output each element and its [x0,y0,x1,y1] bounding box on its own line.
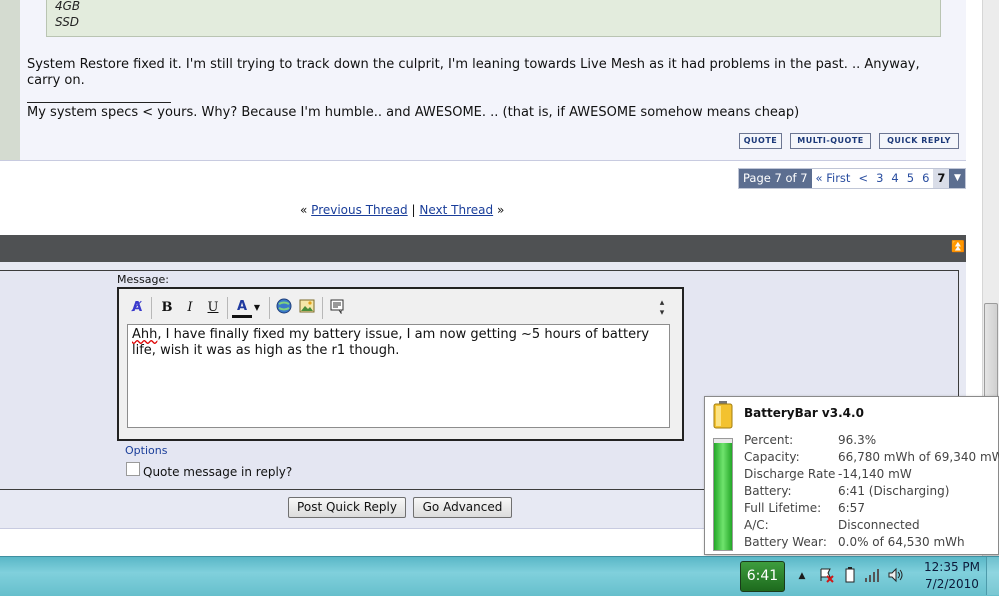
system-specs-box: 4GB SSD [46,0,941,37]
quick-reply-button[interactable]: QUICK REPLY [879,133,959,149]
collapse-icon[interactable]: ⏫ [951,238,965,255]
insert-image-icon[interactable] [297,298,317,318]
current-page: 7 [933,169,950,188]
toolbar-divider [322,297,323,319]
post-signature: My system specs < yours. Why? Because I'… [27,105,800,120]
thread-navigation: « Previous Thread | Next Thread » [300,203,504,217]
message-textarea[interactable]: Ahh, I have finally fixed my battery iss… [127,324,670,428]
battery-stat-label: A/C: [744,518,769,532]
specs-line: SSD [55,15,80,29]
volume-icon[interactable] [888,567,904,585]
font-color-button[interactable]: A [232,298,252,318]
signature-divider [27,102,171,103]
resize-arrows-icon[interactable]: ▴ ▾ [652,298,672,318]
battery-stat-value: 6:41 (Discharging) [838,484,950,498]
batterybar-popup: BatteryBar v3.4.0 Percent: 96.3% Capacity:… [704,396,999,555]
message-editor: A̸ B I U A ▼ ▴ ▾ Ahh, I have finally fixe… [117,287,684,441]
nav-separator: | [411,203,416,217]
post-quick-reply-button[interactable]: Post Quick Reply [288,497,406,518]
show-hidden-icons-icon[interactable]: ▲ [794,567,810,585]
options-link[interactable]: Options [125,444,167,457]
battery-icon[interactable] [842,567,858,585]
battery-stat-label: Battery Wear: [744,535,827,549]
battery-stat-value: 96.3% [838,433,877,447]
chevron-down-icon[interactable]: ▼ [251,298,263,318]
quote-message-label: Quote message in reply? [143,465,293,479]
scrollbar-thumb[interactable] [984,303,998,411]
specs-line: 4GB [55,0,81,13]
page-menu-dropdown[interactable]: ▼ [949,169,966,188]
page-link-3[interactable]: 3 [872,169,887,188]
show-desktop-button[interactable] [986,557,999,595]
battery-stat-value: 66,780 mWh of 69,340 mWh [838,450,999,464]
battery-stat-value: -14,140 mW [838,467,912,481]
batterybar-title: BatteryBar v3.4.0 [744,406,864,420]
quote-wrap-icon[interactable] [327,298,347,318]
italic-button[interactable]: I [180,298,200,318]
nav-quote-open: « [300,203,308,217]
next-thread-link[interactable]: Next Thread [419,203,493,217]
nav-quote-close: » [496,203,505,217]
battery-stat-label: Full Lifetime: [744,501,822,515]
battery-stat-value: 6:57 [838,501,865,515]
battery-stat-label: Battery: [744,484,792,498]
quote-message-checkbox[interactable] [126,462,140,476]
go-advanced-button[interactable]: Go Advanced [413,497,512,518]
action-center-icon[interactable] [818,567,834,585]
underline-button[interactable]: U [203,298,223,318]
message-text: , I have finally fixed my battery issue,… [132,327,650,358]
network-icon[interactable] [864,567,880,585]
battery-level-fill [714,443,732,550]
battery-stat-label: Discharge Rate [744,467,836,481]
battery-level-bar [713,438,733,551]
multi-quote-button[interactable]: MULTI-QUOTE [790,133,871,149]
clock-date[interactable]: 7/2/2010 [920,577,984,591]
battery-stat-label: Percent: [744,433,794,447]
post-side-stripe [0,0,20,160]
toolbar-divider [269,297,270,319]
page-link-5[interactable]: 5 [903,169,918,188]
battery-stat-label: Capacity: [744,450,800,464]
prev-page-link[interactable]: < [854,169,872,188]
pagination: Page 7 of 7 « First <3 4 5 6 7 ▼ [738,168,967,189]
bold-button[interactable]: B [157,298,177,318]
toolbar-divider [227,297,228,319]
first-page-link[interactable]: « First [812,169,855,188]
quick-reply-header [0,235,966,262]
chevron-down-icon: ▼ [953,173,961,183]
remove-format-icon[interactable]: A̸ [127,298,147,318]
quote-button[interactable]: QUOTE [739,133,782,149]
clock-time[interactable]: 12:35 PM [920,560,984,574]
page-link-6[interactable]: 6 [918,169,933,188]
battery-app-icon [713,401,733,429]
misspelled-word: Ahh [132,327,158,342]
batterybar-taskbar-meter[interactable]: 6:41 [740,561,785,592]
message-label: Message: [117,273,169,286]
battery-stat-value: Disconnected [838,518,920,532]
page-indicator: Page 7 of 7 [739,169,812,188]
toolbar-divider [151,297,152,319]
previous-thread-link[interactable]: Previous Thread [311,203,408,217]
insert-link-icon[interactable] [274,298,294,318]
post-body-text: System Restore fixed it. I'm still tryin… [27,57,920,88]
page-link-4[interactable]: 4 [887,169,902,188]
battery-stat-value: 0.0% of 64,530 mWh [838,535,965,549]
